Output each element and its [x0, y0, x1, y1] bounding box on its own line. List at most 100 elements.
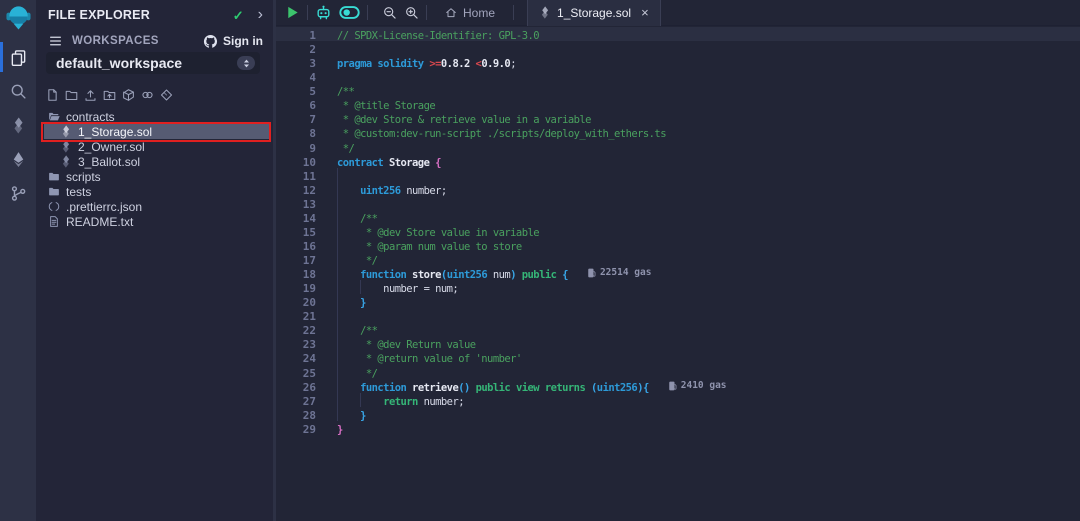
- code-line-27: 27 return number;: [276, 393, 1080, 407]
- activity-bar-remix-logo: [0, 0, 36, 34]
- sign-in-button[interactable]: Sign in: [203, 34, 263, 49]
- code-line-17: 17 */: [276, 252, 1080, 266]
- tree-item-label: 2_Owner.sol: [78, 140, 145, 154]
- code-text: */: [337, 143, 354, 155]
- code-line-18: 18 function store(uint256 num) public {2…: [276, 266, 1080, 280]
- activity-bar-solidity-compiler[interactable]: [0, 110, 36, 140]
- tree-item-scripts[interactable]: scripts: [44, 169, 269, 184]
- upload-file-icon[interactable]: [84, 88, 97, 102]
- solidity-icon: [60, 155, 72, 168]
- code-line-25: 25 */: [276, 365, 1080, 379]
- code-text: }: [337, 297, 366, 309]
- activity-bar-git[interactable]: [0, 178, 36, 208]
- tree-item-label: contracts: [66, 110, 115, 124]
- code-line-19: 19 number = num;: [276, 280, 1080, 294]
- toggle-on-icon[interactable]: [339, 5, 360, 20]
- separator: [307, 5, 308, 20]
- caret-updown-icon: [243, 59, 250, 68]
- close-tab-icon[interactable]: ×: [641, 6, 649, 19]
- remix-ide-window: FILE EXPLORER ✓ › WORKSPACES Sign in def…: [0, 0, 1080, 521]
- tree-item-label: README.txt: [66, 215, 133, 229]
- copy-pages-icon: [10, 49, 27, 66]
- deploy-icon: [10, 151, 27, 168]
- tree-item-tests[interactable]: tests: [44, 184, 269, 199]
- folder-icon: [48, 170, 60, 183]
- tree-item-2-owner-sol[interactable]: 2_Owner.sol: [44, 139, 269, 154]
- code-text: return number;: [337, 396, 464, 408]
- tab-1-storage-sol[interactable]: 1_Storage.sol ×: [527, 0, 661, 26]
- hamburger-menu-icon[interactable]: [48, 35, 63, 47]
- play-icon[interactable]: [285, 5, 300, 20]
- file-text-icon: [48, 215, 60, 228]
- code-line-26: 26 function retrieve() public view retur…: [276, 379, 1080, 393]
- chevron-right-icon[interactable]: ›: [258, 7, 263, 23]
- editor-tab-bar: Home 1_Storage.sol ×: [276, 0, 1080, 26]
- code-line-28: 28 }: [276, 407, 1080, 421]
- json-icon: [48, 200, 60, 213]
- workspace-select-stepper[interactable]: [237, 56, 255, 70]
- gas-estimate-badge: 2410 gas: [669, 379, 727, 393]
- tree-item-label: tests: [66, 185, 91, 199]
- editor-area: Home 1_Storage.sol × 1// SPDX-License-Iden…: [276, 0, 1080, 521]
- solidity-icon: [60, 140, 72, 153]
- tree-item-label: scripts: [66, 170, 101, 184]
- ai-robot-icon[interactable]: [315, 4, 332, 21]
- code-line-11: 11: [276, 168, 1080, 182]
- tree-item-readme-txt[interactable]: README.txt: [44, 214, 269, 229]
- separator: [513, 5, 514, 20]
- tree-item-contracts[interactable]: contracts: [44, 109, 269, 124]
- file-tree: contracts1_Storage.sol2_Owner.sol3_Ballo…: [44, 109, 269, 229]
- activity-bar-file-explorer[interactable]: [0, 42, 36, 72]
- code-text: contract Storage {: [337, 157, 441, 169]
- panel-header: FILE EXPLORER ✓ ›: [48, 6, 263, 24]
- code-text: pragma solidity >=0.8.2 <0.9.0;: [337, 58, 516, 70]
- tab-label: 1_Storage.sol: [557, 6, 631, 20]
- new-folder-icon[interactable]: [65, 88, 78, 102]
- code-text: }: [337, 410, 366, 422]
- file-explorer-toolbar: [46, 88, 173, 102]
- link-icon[interactable]: [141, 88, 154, 102]
- github-icon: [203, 34, 218, 49]
- folder-open-icon: [48, 110, 60, 123]
- tree-item-label: .prettierrc.json: [66, 200, 142, 214]
- code-text: * @return value of 'number': [337, 353, 522, 365]
- code-line-12: 12 uint256 number;: [276, 182, 1080, 196]
- code-editor[interactable]: 1// SPDX-License-Identifier: GPL-3.023pr…: [276, 27, 1080, 521]
- tab-home[interactable]: Home: [434, 0, 506, 26]
- code-line-1: 1// SPDX-License-Identifier: GPL-3.0: [276, 27, 1080, 41]
- cube-icon[interactable]: [122, 88, 135, 102]
- new-file-icon[interactable]: [46, 88, 59, 102]
- fuel-icon: [588, 268, 596, 278]
- zoom-in-icon[interactable]: [405, 6, 419, 20]
- sign-in-label: Sign in: [223, 34, 263, 48]
- activity-bar-deploy-run[interactable]: [0, 144, 36, 174]
- remix-logo-icon: [5, 4, 32, 31]
- code-line-2: 2: [276, 41, 1080, 55]
- tree-item-prettierrc-json[interactable]: .prettierrc.json: [44, 199, 269, 214]
- code-line-10: 10contract Storage {: [276, 154, 1080, 168]
- workspaces-row: WORKSPACES Sign in: [48, 33, 263, 49]
- code-text: uint256 number;: [337, 185, 447, 197]
- tree-item-3-ballot-sol[interactable]: 3_Ballot.sol: [44, 154, 269, 169]
- tab-label: Home: [463, 6, 495, 20]
- code-text: function retrieve() public view returns …: [337, 382, 727, 394]
- code-line-15: 15 * @dev Store value in variable: [276, 224, 1080, 238]
- workspace-select[interactable]: default_workspace: [46, 52, 260, 74]
- upload-folder-icon[interactable]: [103, 88, 116, 102]
- tree-item-label: 1_Storage.sol: [78, 125, 152, 139]
- activity-bar-search[interactable]: [0, 76, 36, 106]
- diamond-icon[interactable]: [160, 88, 173, 102]
- code-line-14: 14 /**: [276, 210, 1080, 224]
- line-number: 29: [276, 423, 316, 437]
- zoom-out-icon[interactable]: [383, 6, 397, 20]
- code-line-5: 5/**: [276, 83, 1080, 97]
- code-line-20: 20 }: [276, 294, 1080, 308]
- folder-icon: [48, 185, 60, 198]
- code-line-3: 3pragma solidity >=0.8.2 <0.9.0;: [276, 55, 1080, 69]
- home-icon: [445, 6, 457, 19]
- tree-item-1-storage-sol[interactable]: 1_Storage.sol: [44, 124, 269, 139]
- gas-estimate-badge: 22514 gas: [588, 266, 651, 280]
- code-text: * @custom:dev-run-script ./scripts/deplo…: [337, 128, 666, 140]
- code-line-6: 6 * @title Storage: [276, 97, 1080, 111]
- panel-title: FILE EXPLORER: [48, 8, 150, 22]
